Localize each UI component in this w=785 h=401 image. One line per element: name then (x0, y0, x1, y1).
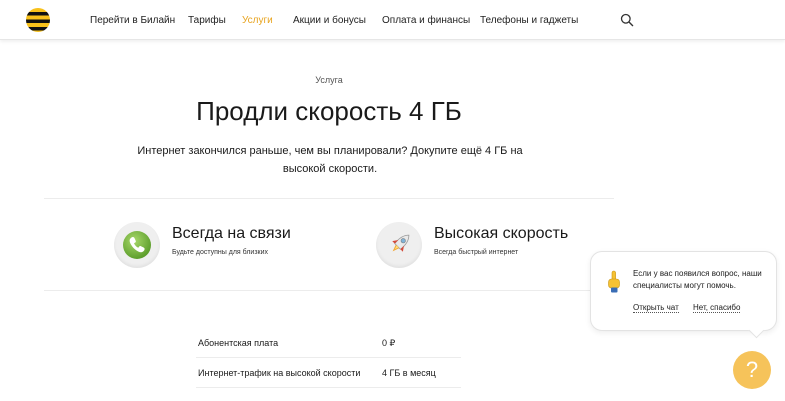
chat-invite-popup: Если у вас появился вопрос, наши специал… (590, 251, 777, 331)
nav-item-tariffs[interactable]: Тарифы (188, 15, 242, 26)
feature-high-speed: Высокая скорость Всегда быстрый интернет (376, 218, 586, 268)
chat-message: Если у вас появился вопрос, наши специал… (633, 268, 773, 292)
feature-title: Высокая скорость (434, 225, 569, 242)
nav-item-promotions[interactable]: Акции и бонусы (293, 15, 382, 26)
chat-message-line: специалисты могут помочь. (633, 281, 736, 290)
feature-subtitle: Всегда быстрый интернет (434, 249, 519, 256)
subtitle-line: Интернет закончился раньше, чем вы плани… (137, 145, 523, 157)
feature-always-connected: Всегда на связи Будьте доступны для близ… (114, 218, 314, 268)
pointing-hand-icon (607, 270, 621, 294)
divider (44, 198, 614, 199)
search-icon[interactable] (620, 13, 634, 27)
page-subtitle: Интернет закончился раньше, чем вы плани… (130, 142, 530, 178)
rocket-icon (376, 222, 422, 268)
subtitle-line: высокой скорости. (282, 163, 378, 175)
feature-subtitle: Будьте доступны для близких (172, 249, 269, 256)
divider (44, 290, 614, 291)
dismiss-chat-link[interactable]: Нет, спасибо (693, 303, 741, 313)
nav-item-go-to-beeline[interactable]: Перейти в Билайн (90, 15, 188, 26)
page-title: Продли скорость 4 ГБ (196, 96, 462, 126)
phone-icon (114, 222, 160, 268)
service-category-label: Услуга (315, 75, 343, 85)
spec-row: Абонентская плата 0 ₽ (196, 328, 461, 358)
spec-value: 4 ГБ в месяц (382, 368, 436, 378)
nav-item-payment[interactable]: Оплата и финансы (382, 15, 480, 26)
spec-value: 0 ₽ (382, 338, 396, 348)
beeline-logo[interactable] (26, 8, 50, 32)
spec-row: Интернет-трафик на высокой скорости 4 ГБ… (196, 358, 461, 388)
spec-label: Интернет-трафик на высокой скорости (198, 368, 361, 378)
chat-message-line: Если у вас появился вопрос, наши (633, 269, 762, 278)
spec-label: Абонентская плата (198, 338, 279, 348)
nav-item-phones[interactable]: Телефоны и гаджеты (480, 15, 590, 26)
open-chat-link[interactable]: Открыть чат (633, 303, 679, 313)
help-button[interactable]: ? (733, 351, 771, 389)
feature-title: Всегда на связи (172, 225, 291, 242)
main-nav: Перейти в Билайн Тарифы Услуги Акции и б… (90, 0, 590, 40)
site-header: Перейти в Билайн Тарифы Услуги Акции и б… (0, 0, 785, 40)
question-icon: ? (745, 357, 759, 382)
nav-item-services[interactable]: Услуги (242, 15, 293, 26)
